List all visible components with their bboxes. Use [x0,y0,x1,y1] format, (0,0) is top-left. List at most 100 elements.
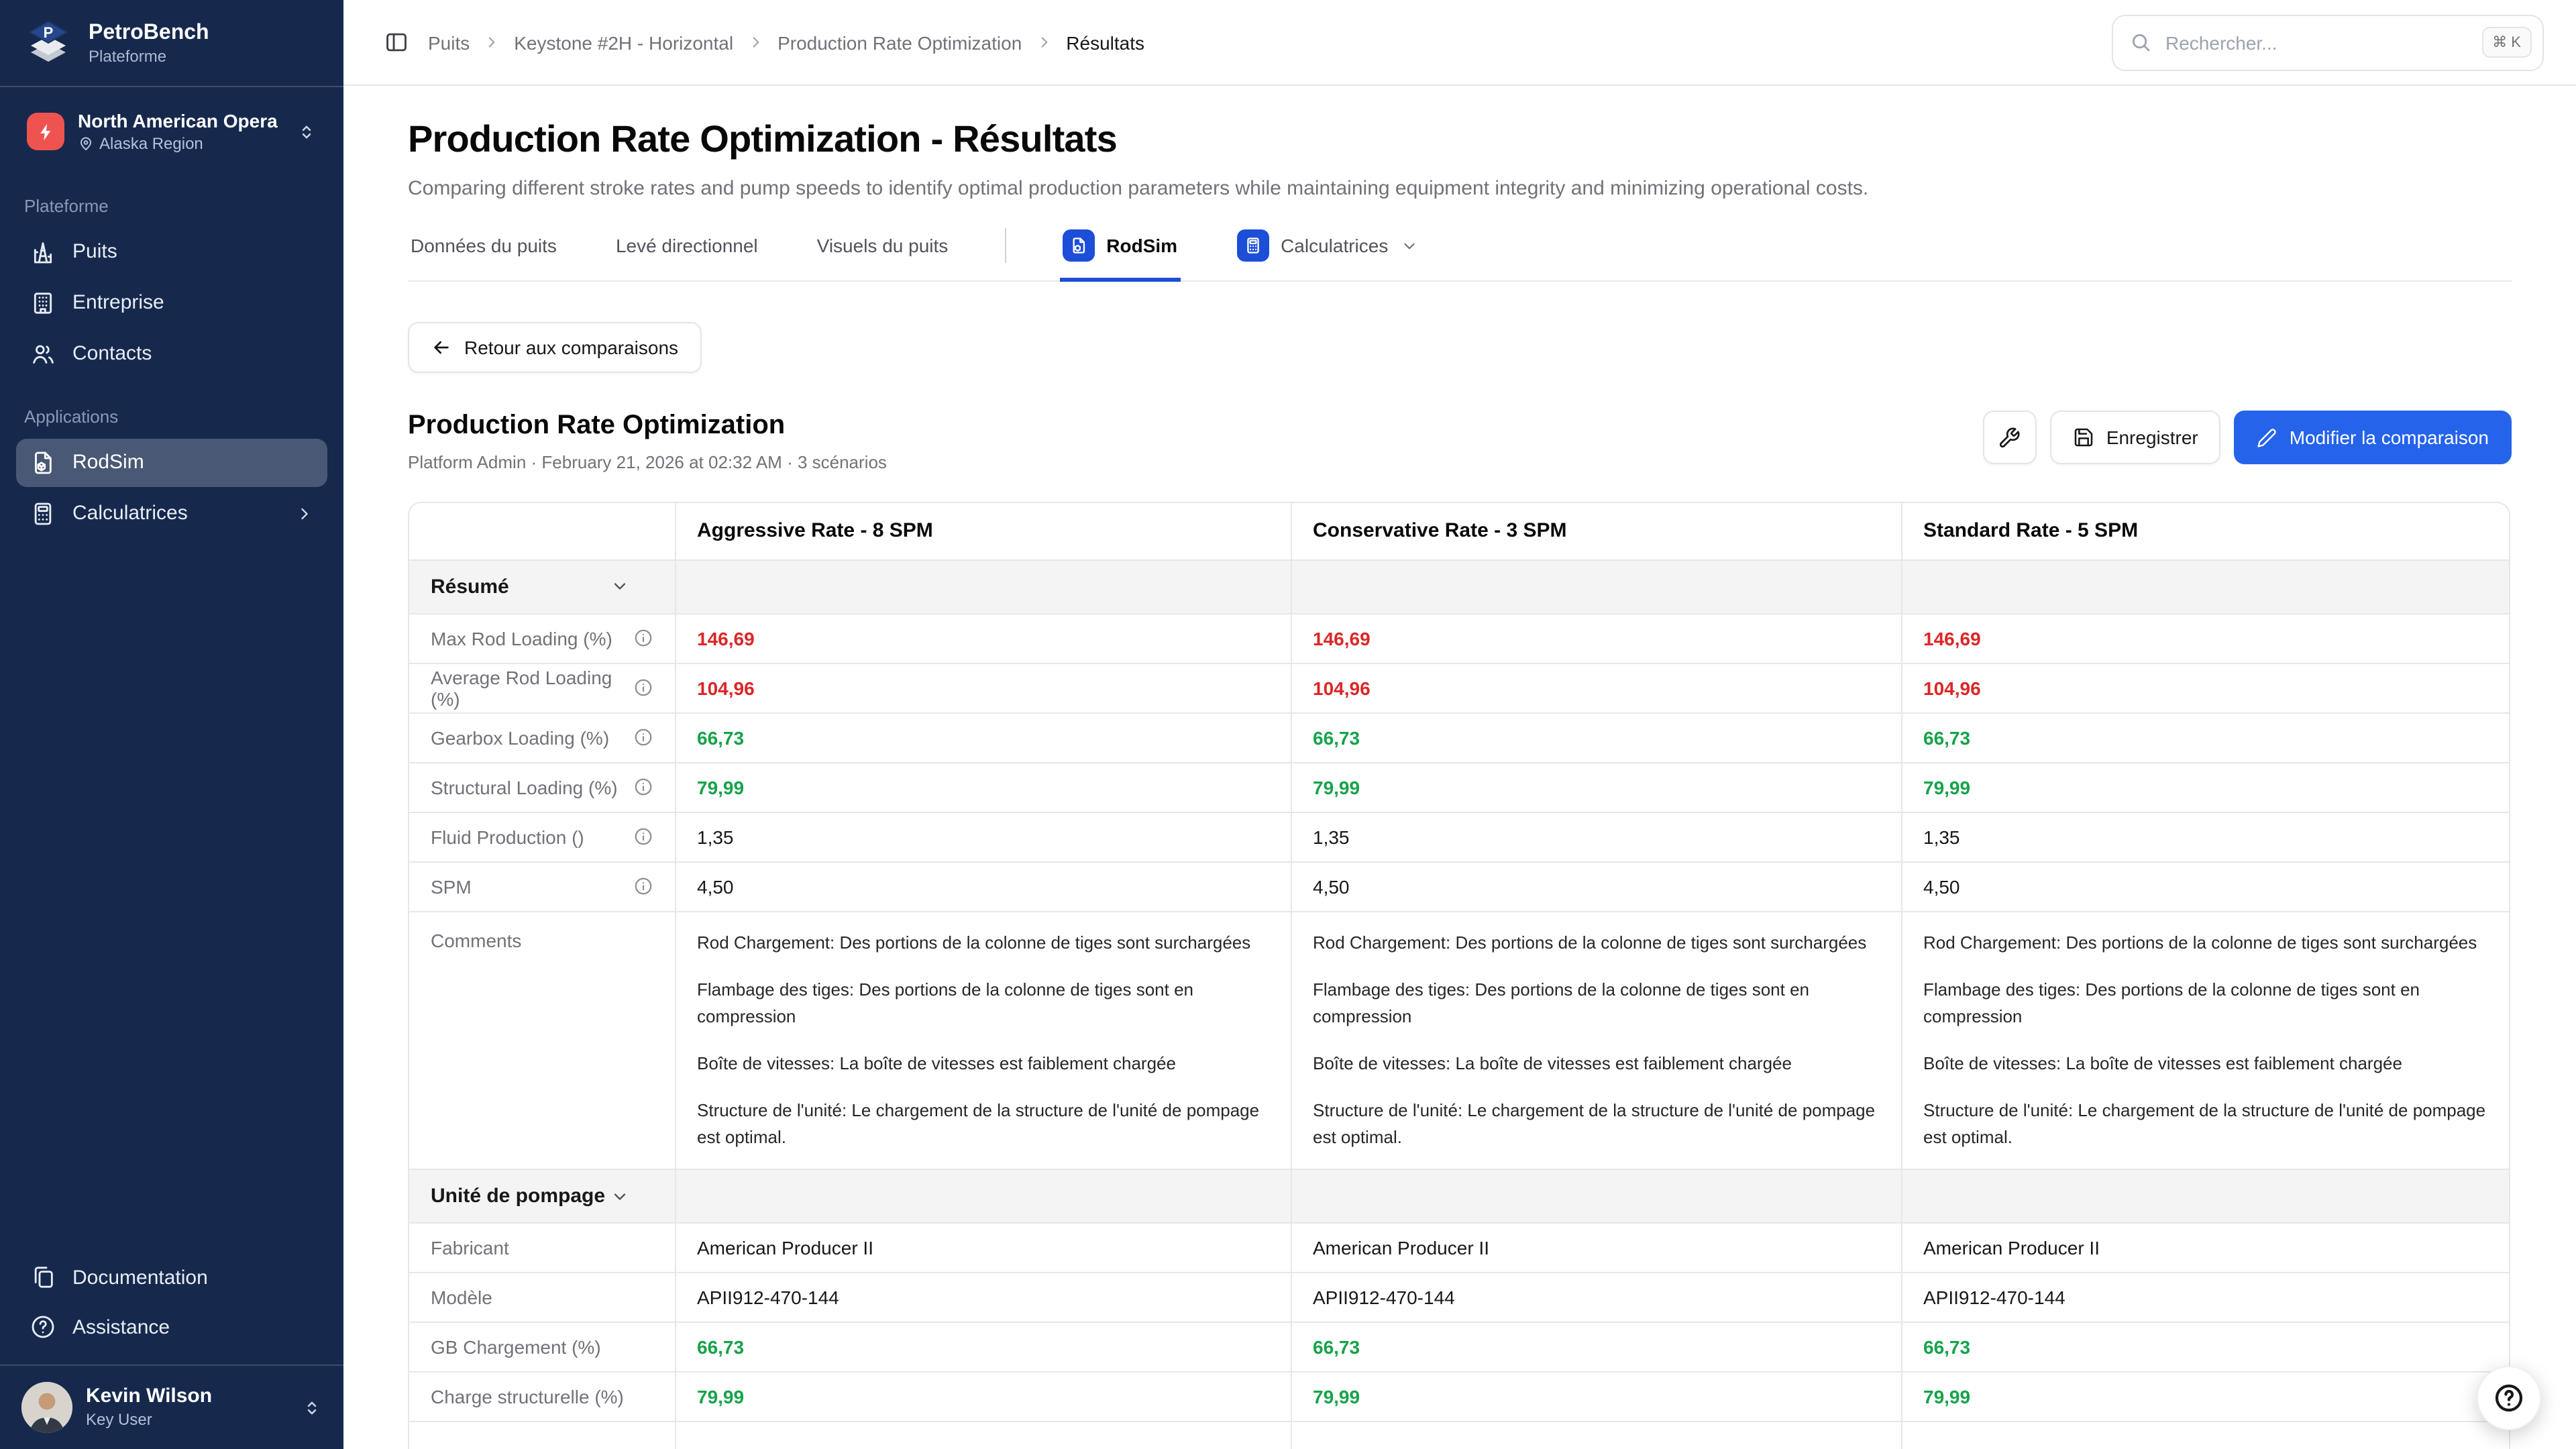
building-icon [30,289,56,316]
sidebar-item-entreprise[interactable]: Entreprise [16,278,327,327]
value-cell: APII912-470-144 [1291,1273,1901,1323]
sidebar-item-rodsim[interactable]: RodSim [16,438,327,486]
tab-rodsim[interactable]: RodSim [1059,227,1180,280]
table-section-row[interactable]: Résumé [409,559,2510,613]
user-role: Key User [86,1410,288,1430]
table-row: ModèleAPII912-470-144APII912-470-144APII… [409,1273,2510,1323]
save-icon [2073,427,2094,448]
sidebar-item-assistance[interactable]: Assistance [16,1303,327,1351]
value-cell: 66,73 [1901,1323,2510,1373]
lightning-bolt-icon [27,113,64,151]
derrick-icon [30,238,56,265]
breadcrumb-item[interactable]: Production Rate Optimization [777,32,1022,53]
chevron-down-icon [610,577,629,596]
breadcrumb-item[interactable]: Puits [428,32,470,53]
value-cell: 79,99 [1901,762,2510,812]
table-row: Max Rod Loading (%)146,69146,69146,69 [409,613,2510,663]
file-box-icon [1062,229,1094,262]
nav-section-plateforme: Plateforme [0,168,343,226]
tab-donnees-du-puits[interactable]: Données du puits [408,232,559,275]
value-cell: 66,73 [675,712,1291,762]
chevrons-up-down-icon [302,1397,322,1417]
sidebar-item-documentation[interactable]: Documentation [16,1253,327,1301]
back-button-label: Retour aux comparaisons [464,337,678,358]
comment-paragraph: Structure de l'unité: Le chargement de l… [697,1097,1269,1152]
tab-bar: Données du puits Levé directionnel Visue… [408,227,2512,282]
info-icon[interactable] [633,826,653,847]
info-icon[interactable] [633,678,653,698]
avatar [21,1382,72,1433]
chevron-right-icon [1035,34,1053,51]
section-empty-cell [1901,559,2510,613]
comment-paragraph: Boîte de vitesses: La boîte de vitesses … [1313,1051,1879,1077]
tab-leve-directionnel[interactable]: Levé directionnel [613,232,761,275]
copy-icon [30,1264,56,1291]
chevrons-up-down-icon [297,122,317,142]
section-label[interactable]: Résumé [431,575,653,598]
table-section-row[interactable]: Unité de pompage [409,1170,2510,1224]
info-icon[interactable] [633,777,653,797]
arrow-left-icon [431,337,452,358]
edit-comparison-button[interactable]: Modifier la comparaison [2235,411,2512,464]
value-cell: 146,69 [1291,613,1901,663]
value-cell: 66,73 [1901,712,2510,762]
value-cell: 1,35 [1901,812,2510,861]
comment-paragraph: Structure de l'unité: Le chargement de l… [1923,1097,2490,1152]
sidebar-divider [0,86,343,87]
app-root: P PetroBench Plateforme North American O… [0,0,2576,1449]
sidebar-item-puits[interactable]: Puits [16,227,327,276]
row-label: Comments [431,929,653,951]
scenario-column-header: Conservative Rate - 3 SPM [1291,503,1901,559]
value-cell: 66,73 [1291,712,1901,762]
value-cell: 1,35 [675,812,1291,861]
tab-divider [1004,228,1006,263]
wrench-icon [1998,426,2021,449]
tab-label: Visuels du puits [817,235,949,256]
search-input[interactable] [2163,30,2471,54]
org-switcher[interactable]: North American Opera Alaska Region [16,101,327,163]
value-cell: 79,99 [675,1373,1291,1422]
calculator-icon [30,500,56,527]
sidebar-toggle-icon[interactable] [384,30,409,55]
value-cell: 66,73 [1291,1323,1901,1373]
users-icon [30,340,56,367]
tab-visuels-du-puits[interactable]: Visuels du puits [814,232,951,275]
value-cell: 146,69 [675,613,1291,663]
info-icon[interactable] [633,727,653,747]
section-empty-cell [1901,1170,2510,1224]
sidebar-item-label: Puits [72,240,117,263]
user-menu[interactable]: Kevin Wilson Key User [0,1366,343,1449]
table-row: SPM4,504,504,50 [409,861,2510,911]
table-row: Gearbox Loading (%)66,7366,7366,73 [409,712,2510,762]
save-button[interactable]: Enregistrer [2050,411,2221,464]
edit-button-label: Modifier la comparaison [2290,427,2489,448]
nav-section-applications: Applications [0,379,343,437]
breadcrumb: Puits Keystone #2H - Horizontal Producti… [428,32,1144,53]
row-label: Charge structurelle (%) [431,1387,653,1408]
help-fab-button[interactable] [2477,1366,2541,1430]
breadcrumb-item[interactable]: Keystone #2H - Horizontal [514,32,733,53]
tab-label: Données du puits [411,235,557,256]
back-to-comparisons-button[interactable]: Retour aux comparaisons [408,322,701,373]
table-row [409,1422,2510,1449]
tab-calculatrices[interactable]: Calculatrices [1234,227,1420,280]
value-cell: American Producer II [1291,1224,1901,1273]
chevron-down-icon [610,1187,629,1206]
info-icon[interactable] [633,876,653,896]
sidebar-item-label: Entreprise [72,291,164,314]
svg-text:P: P [44,24,54,41]
value-cell: 1,35 [1291,812,1901,861]
pencil-icon [2257,427,2277,447]
calculator-icon [1236,229,1269,262]
chevron-down-icon [1400,237,1417,254]
value-cell: 146,69 [1901,613,2510,663]
section-label[interactable]: Unité de pompage [431,1185,653,1208]
page-subtitle: Comparing different stroke rates and pum… [408,177,2512,200]
sidebar-item-calculatrices[interactable]: Calculatrices [16,489,327,537]
search-shortcut-badge: ⌘ K [2481,27,2532,58]
sidebar-item-contacts[interactable]: Contacts [16,329,327,378]
settings-wrench-button[interactable] [1983,411,2037,464]
info-icon[interactable] [633,628,653,648]
scenario-column-header: Standard Rate - 5 SPM [1901,503,2510,559]
chevron-right-icon [747,34,764,51]
